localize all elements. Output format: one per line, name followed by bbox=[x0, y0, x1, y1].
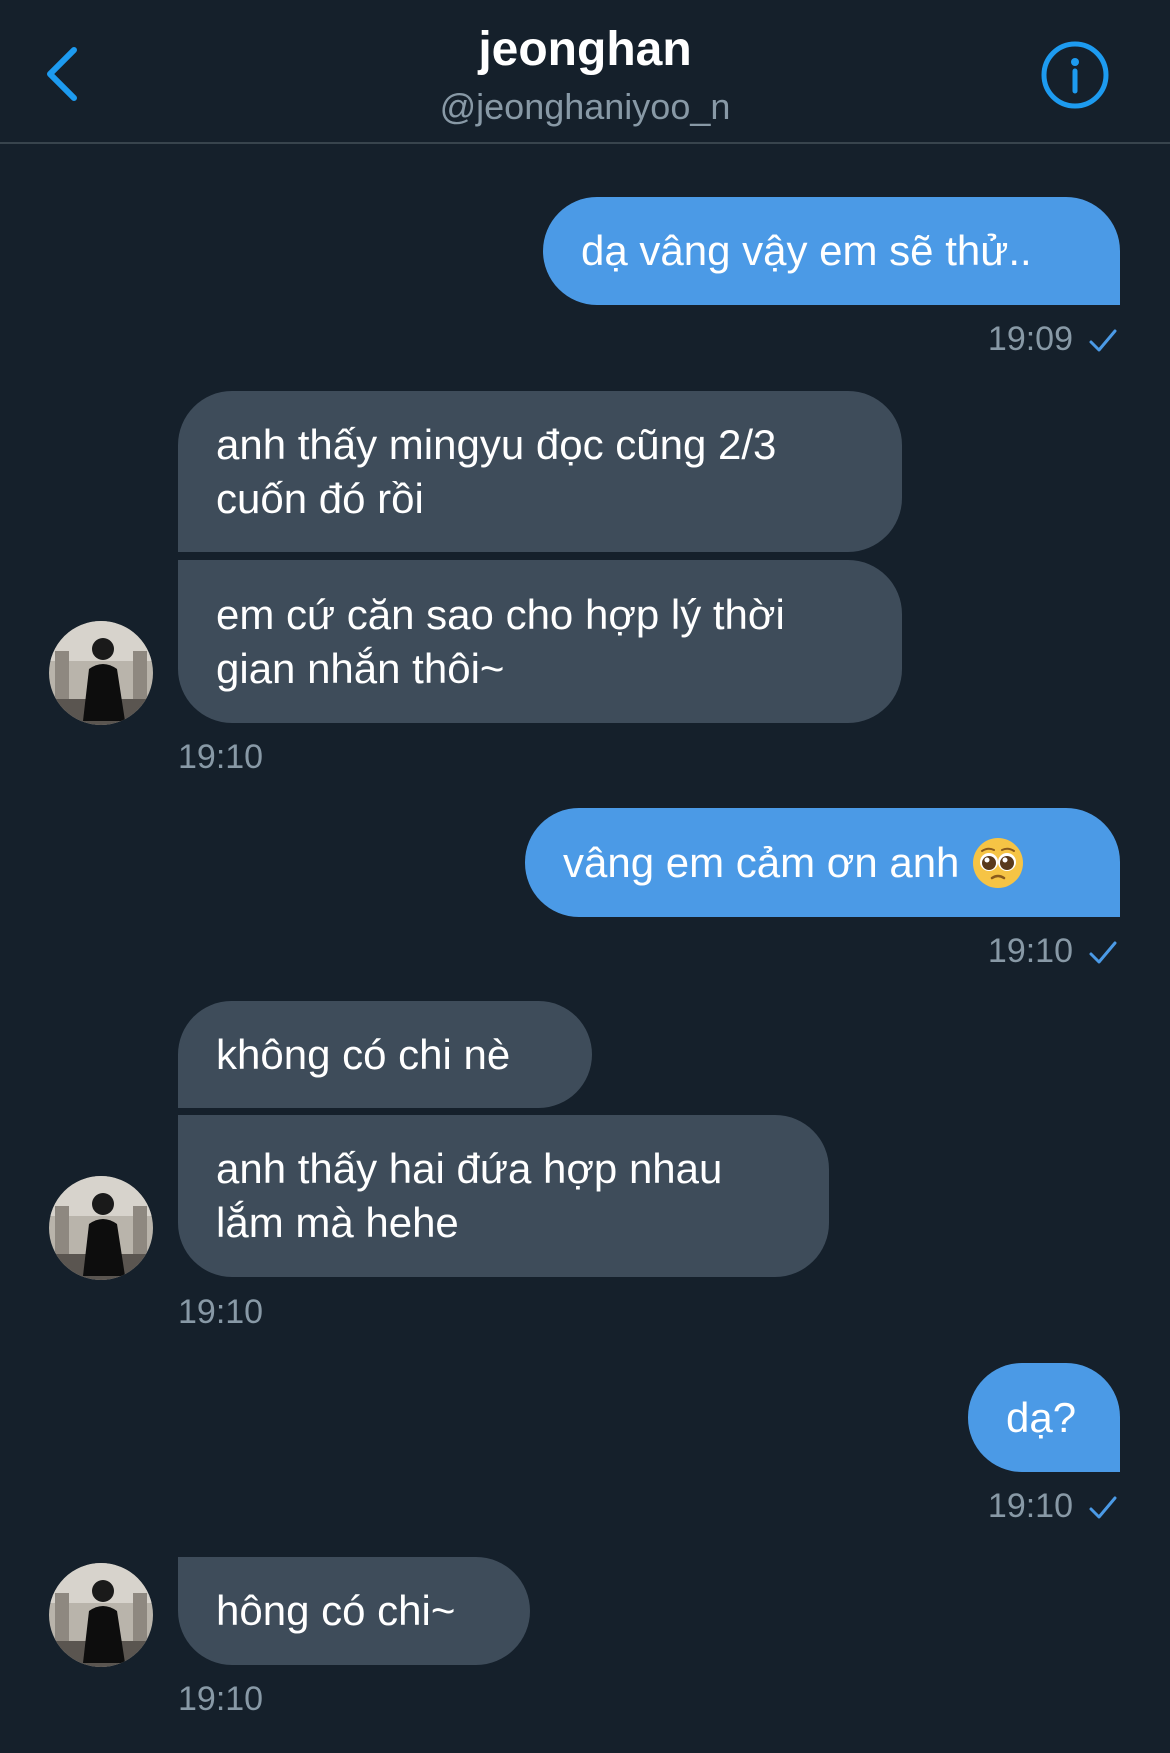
message-text: dạ? bbox=[1006, 1393, 1077, 1441]
info-icon[interactable] bbox=[1040, 40, 1110, 110]
message-text: không có chi nè bbox=[216, 1030, 511, 1078]
checkmark-icon bbox=[1089, 941, 1117, 964]
avatar[interactable] bbox=[49, 1563, 153, 1667]
pleading-face-emoji-icon bbox=[973, 837, 1024, 888]
conversation-title[interactable]: jeonghan bbox=[0, 22, 1170, 77]
message-timestamp: 19:10 bbox=[987, 1487, 1073, 1525]
message-text: dạ vâng vậy em sẽ thử.. bbox=[581, 227, 1032, 274]
message-timestamp: 19:10 bbox=[178, 738, 264, 776]
message-text: em cứ căn sao cho hợp lý thời gian nhắn … bbox=[216, 590, 785, 692]
message-text: anh thấy hai đứa hợp nhau lắm mà hehe bbox=[216, 1145, 723, 1246]
received-message-bubble[interactable]: không có chi nè bbox=[178, 1001, 592, 1108]
message-timestamp: 19:10 bbox=[987, 932, 1073, 970]
checkmark-icon bbox=[1089, 329, 1117, 352]
conversation-handle: @jeonghaniyoo_n bbox=[439, 86, 731, 127]
checkmark-icon bbox=[1089, 1496, 1117, 1519]
sent-message-bubble[interactable]: dạ? bbox=[968, 1363, 1120, 1472]
sent-message-bubble[interactable]: dạ vâng vậy em sẽ thử.. bbox=[543, 197, 1120, 305]
received-message-bubble[interactable]: hông có chi~ bbox=[178, 1557, 530, 1665]
message-timestamp: 19:09 bbox=[987, 320, 1073, 358]
message-timestamp: 19:10 bbox=[178, 1293, 264, 1331]
avatar[interactable] bbox=[49, 621, 153, 725]
message-text: anh thấy mingyu đọc cũng 2/3 cuốn đó rồi bbox=[216, 420, 777, 522]
received-message-bubble[interactable]: anh thấy mingyu đọc cũng 2/3 cuốn đó rồi bbox=[178, 391, 902, 552]
received-message-bubble[interactable]: em cứ căn sao cho hợp lý thời gian nhắn … bbox=[178, 560, 902, 723]
avatar[interactable] bbox=[49, 1176, 153, 1280]
message-text: hông có chi~ bbox=[216, 1587, 456, 1634]
sent-message-bubble[interactable]: vâng em cảm ơn anh bbox=[525, 808, 1120, 917]
message-timestamp: 19:10 bbox=[178, 1680, 264, 1718]
received-message-bubble[interactable]: anh thấy hai đứa hợp nhau lắm mà hehe bbox=[178, 1115, 829, 1277]
message-text: vâng em cảm ơn anh bbox=[563, 838, 960, 886]
conversation-header: jeonghan @jeonghaniyoo_n bbox=[0, 0, 1170, 144]
